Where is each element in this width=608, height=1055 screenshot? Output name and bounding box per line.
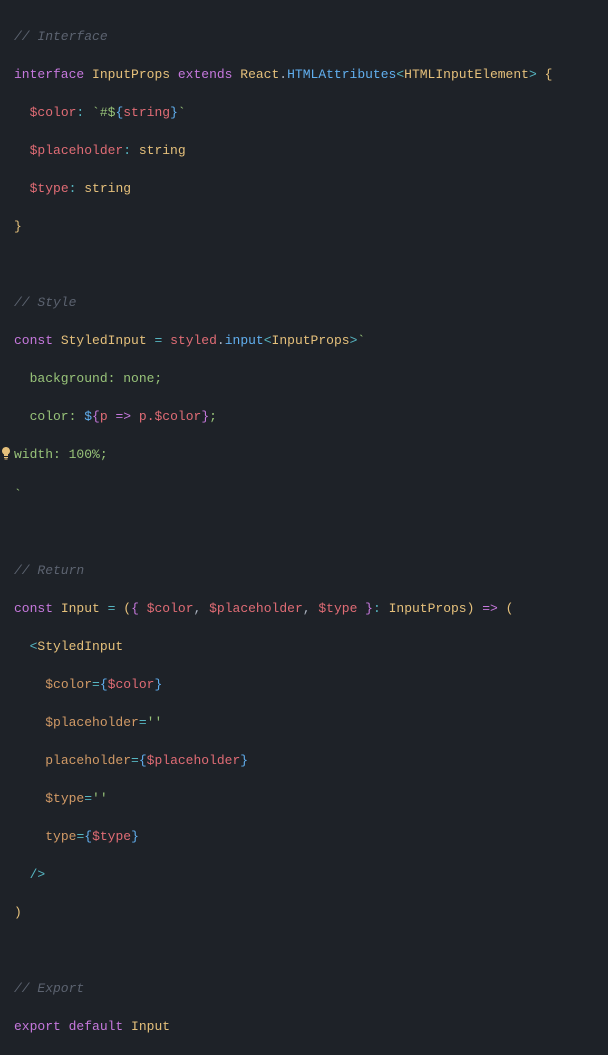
arrow-p2: p (139, 409, 147, 424)
comment: // Interface (14, 29, 108, 44)
lightbulb-icon[interactable] (0, 446, 12, 466)
code-editor[interactable]: // Interface interface InputProps extend… (0, 8, 608, 1055)
arrow-2: => (482, 601, 498, 616)
comment-style: // Style (14, 295, 76, 310)
interp-dollar: $ (84, 409, 92, 424)
dest-type: $type (318, 601, 357, 616)
jsx-val-type: $type (92, 829, 131, 844)
jsx-empty-1: '' (147, 715, 163, 730)
arrow-param: p (100, 409, 108, 424)
type-inputprops: InputProps (92, 67, 170, 82)
kw-interface: interface (14, 67, 84, 82)
tmpl-open: `#$ (92, 105, 115, 120)
arrow: => (115, 409, 131, 424)
const-styledinput: StyledInput (61, 333, 147, 348)
const-input: Input (61, 601, 100, 616)
type-string: string (139, 143, 186, 158)
dest-placeholder: $placeholder (209, 601, 303, 616)
type-react: React (240, 67, 279, 82)
export-input: Input (131, 1019, 170, 1034)
jsx-empty-2: '' (92, 791, 108, 806)
jsx-val-color: $color (108, 677, 155, 692)
jsx-attr-dtype: $type (45, 791, 84, 806)
dest-color: $color (147, 601, 194, 616)
tmpl-brace-close: } (170, 105, 178, 120)
type-string-2: string (84, 181, 131, 196)
kw-export: export (14, 1019, 61, 1034)
tmpl-backtick-open: ` (357, 333, 365, 348)
jsx-attr-color: $color (45, 677, 92, 692)
jsx-val-placeholder: $placeholder (147, 753, 241, 768)
tmpl-close: ` (178, 105, 186, 120)
styled-input: input (225, 333, 264, 348)
styled-obj: styled (170, 333, 217, 348)
paren-close-y: ) (14, 905, 22, 920)
semi: ; (209, 409, 217, 424)
paren-y: ( (123, 601, 131, 616)
kw-const: const (14, 333, 53, 348)
type-inputprops-3: InputProps (389, 601, 467, 616)
kw-extends: extends (178, 67, 233, 82)
prop-type: $type (30, 181, 69, 196)
prop-color: $color (30, 105, 77, 120)
css-color-prefix: color: (14, 409, 84, 424)
kw-default: default (69, 1019, 124, 1034)
tmpl-backtick-close: ` (14, 487, 22, 502)
kw-const-2: const (14, 601, 53, 616)
prop-placeholder: $placeholder (30, 143, 124, 158)
jsx-attr-type: type (45, 829, 76, 844)
css-bg-line: background: none; (14, 371, 162, 386)
comment-return: // Return (14, 563, 84, 578)
comment-export: // Export (14, 981, 84, 996)
jsx-attr-dplaceholder: $placeholder (45, 715, 139, 730)
type-htmlattributes: HTMLAttributes (287, 67, 396, 82)
type-inputprops-2: InputProps (272, 333, 350, 348)
tmpl-string: string (123, 105, 170, 120)
jsx-attr-placeholder: placeholder (45, 753, 131, 768)
dot-color: .$color (147, 409, 202, 424)
jsx-styledinput: StyledInput (37, 639, 123, 654)
css-width-line: width: 100%; (14, 447, 108, 462)
jsx-self-close: /> (30, 867, 46, 882)
brace-close: } (14, 219, 22, 234)
type-htmlinputelement: HTMLInputElement (404, 67, 529, 82)
paren-y2: ( (506, 601, 514, 616)
